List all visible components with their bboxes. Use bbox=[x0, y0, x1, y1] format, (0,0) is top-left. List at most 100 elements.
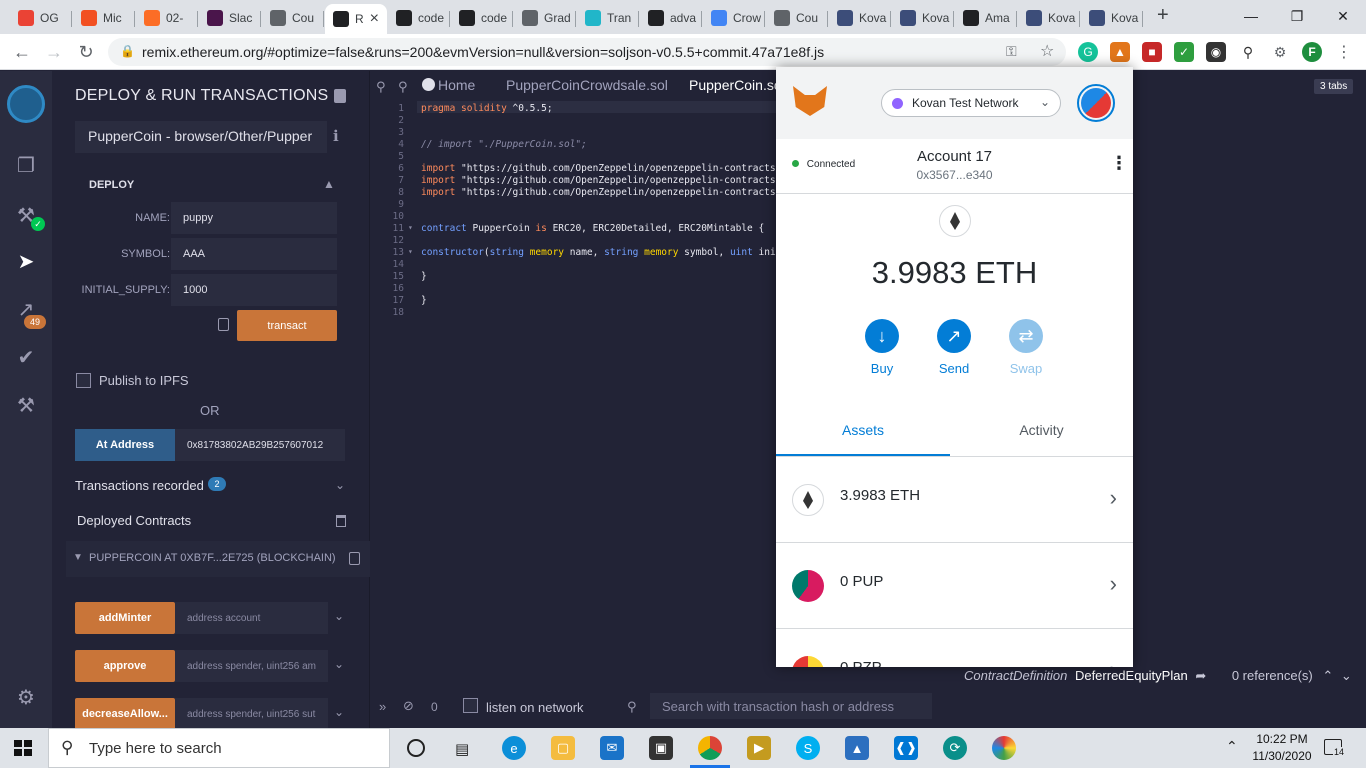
network-selector[interactable]: Kovan Test Network ⌄ bbox=[881, 89, 1061, 117]
at-address-button[interactable]: At Address bbox=[75, 429, 175, 461]
account-avatar[interactable] bbox=[1077, 84, 1115, 122]
function-button[interactable]: addMinter bbox=[75, 602, 175, 634]
tab-home[interactable]: Home bbox=[422, 77, 475, 93]
contract-definition-name[interactable]: DeferredEquityPlan bbox=[1075, 668, 1188, 683]
at-address-input[interactable]: 0x81783802AB29B257607012 bbox=[175, 429, 345, 461]
panel-docs-icon[interactable] bbox=[334, 89, 346, 103]
settings-gear-icon[interactable]: ⚙ bbox=[14, 685, 38, 709]
browser-tab[interactable]: Cou bbox=[262, 4, 324, 32]
chrome-taskbar-icon[interactable] bbox=[698, 736, 722, 760]
maximize-button[interactable]: ❐ bbox=[1274, 0, 1320, 32]
camera-extension-icon[interactable]: ◉ bbox=[1206, 42, 1226, 62]
tab-assets[interactable]: Assets bbox=[776, 416, 950, 456]
publish-ipfs-checkbox[interactable] bbox=[76, 373, 91, 388]
contract-toggle-icon[interactable]: ▼ bbox=[73, 552, 83, 563]
terminal-search-input[interactable]: Search with transaction hash or address bbox=[650, 693, 932, 719]
next-reference-icon[interactable]: ⌄ bbox=[1341, 668, 1352, 683]
function-expand-icon[interactable]: ⌄ bbox=[334, 705, 344, 719]
function-button[interactable]: decreaseAllow... bbox=[75, 698, 175, 730]
asset-row[interactable]: 0 PUP › bbox=[776, 543, 1133, 629]
close-window-button[interactable]: ✕ bbox=[1320, 0, 1366, 32]
browser-tab[interactable]: Ama bbox=[955, 4, 1017, 32]
asset-row[interactable]: 3.9983 ETH › bbox=[776, 457, 1133, 543]
key-icon[interactable]: ⚿ bbox=[1006, 43, 1017, 60]
testing-icon[interactable]: ✔ bbox=[14, 345, 38, 369]
browser-tab[interactable]: Mic bbox=[73, 4, 135, 32]
transactions-expand-icon[interactable]: ⌄ bbox=[335, 478, 345, 492]
file-explorer-icon[interactable]: ❐ bbox=[14, 153, 38, 177]
photos-icon[interactable]: ▲ bbox=[845, 736, 869, 760]
browser-tab[interactable]: code bbox=[388, 4, 450, 32]
copy-address-icon[interactable] bbox=[349, 552, 360, 565]
asset-row[interactable]: 0 PZP › bbox=[776, 629, 1133, 667]
account-name[interactable]: Account 17 bbox=[776, 148, 1133, 165]
minimize-button[interactable]: — bbox=[1228, 0, 1274, 32]
browser-tab[interactable]: R × bbox=[325, 4, 387, 34]
clear-terminal-icon[interactable]: ⊘ bbox=[403, 698, 414, 714]
tabs-count-badge[interactable]: 3 tabs bbox=[1314, 79, 1354, 94]
zoom-out-icon[interactable]: ⚲ bbox=[376, 79, 386, 95]
browser-tab[interactable]: 02- bbox=[136, 4, 198, 32]
browser-tab[interactable]: Cou bbox=[766, 4, 828, 32]
address-bar[interactable]: 🔒 remix.ethereum.org/#optimize=false&run… bbox=[108, 38, 1066, 66]
collapse-terminal-icon[interactable]: » bbox=[379, 699, 386, 714]
account-address[interactable]: 0x3567...e340 bbox=[776, 168, 1133, 182]
lens-extension-icon[interactable]: ⚲ bbox=[1238, 42, 1258, 62]
new-tab-button[interactable]: + bbox=[1157, 4, 1169, 27]
browser-tab[interactable]: OG bbox=[10, 4, 72, 32]
browser-tab[interactable]: Kova bbox=[1018, 4, 1080, 32]
browser-tab[interactable]: Kova bbox=[1081, 4, 1143, 32]
function-args-input[interactable]: address account bbox=[175, 602, 328, 634]
grammarly-icon[interactable]: G bbox=[1078, 42, 1098, 62]
function-args-input[interactable]: address spender, uint256 am bbox=[175, 650, 328, 682]
mail-icon[interactable]: ✉ bbox=[600, 736, 624, 760]
start-button[interactable] bbox=[14, 740, 32, 756]
function-expand-icon[interactable]: ⌄ bbox=[334, 609, 344, 623]
tab-puppercoin-crowdsale[interactable]: PupperCoinCrowdsale.sol bbox=[506, 77, 668, 93]
edge-icon[interactable]: e bbox=[502, 736, 526, 760]
browser-tab[interactable]: Kova bbox=[829, 4, 891, 32]
browser-tab[interactable]: Crow bbox=[703, 4, 765, 32]
remix-logo-icon[interactable] bbox=[7, 85, 45, 123]
skype-icon[interactable]: S bbox=[796, 736, 820, 760]
media-player-icon[interactable]: ▶ bbox=[747, 736, 771, 760]
fold-arrow-icon[interactable]: ▾ bbox=[408, 223, 413, 232]
metamask-extension-icon[interactable]: ▲ bbox=[1110, 42, 1130, 62]
taskbar-search[interactable]: ⚲ Type here to search bbox=[48, 728, 390, 768]
puzzle-extensions-icon[interactable]: ⚙ bbox=[1270, 42, 1290, 62]
profile-avatar[interactable]: F bbox=[1302, 42, 1322, 62]
listen-network-checkbox[interactable] bbox=[463, 698, 478, 713]
trash-icon[interactable] bbox=[336, 515, 346, 527]
paint-icon[interactable] bbox=[992, 736, 1016, 760]
function-args-input[interactable]: address spender, uint256 sut bbox=[175, 698, 328, 730]
transactions-recorded-label[interactable]: Transactions recorded bbox=[75, 478, 204, 493]
tab-activity[interactable]: Activity bbox=[950, 416, 1133, 456]
contract-select[interactable]: PupperCoin - browser/Other/Pupper bbox=[75, 121, 327, 153]
browser-tab[interactable]: Grad bbox=[514, 4, 576, 32]
copy-calldata-icon[interactable] bbox=[218, 318, 229, 331]
vscode-icon[interactable]: ❰❱ bbox=[894, 736, 918, 760]
deploy-field-input[interactable]: puppy bbox=[171, 202, 337, 234]
task-view-icon[interactable]: ▤ bbox=[455, 740, 469, 758]
deploy-field-input[interactable]: AAA bbox=[171, 238, 337, 270]
check-extension-icon[interactable]: ✓ bbox=[1174, 42, 1194, 62]
browser-tab[interactable]: Slac bbox=[199, 4, 261, 32]
contract-info-icon[interactable]: ℹ bbox=[333, 127, 339, 145]
clock-date[interactable]: 11/30/2020 bbox=[1248, 749, 1316, 763]
function-expand-icon[interactable]: ⌄ bbox=[334, 657, 344, 671]
collapse-deploy-icon[interactable]: ▲ bbox=[323, 177, 335, 191]
prev-reference-icon[interactable]: ⌃ bbox=[1322, 668, 1333, 683]
plugin-manager-icon[interactable]: ⚒ bbox=[14, 393, 38, 417]
function-button[interactable]: approve bbox=[75, 650, 175, 682]
browser-tab[interactable]: Kova bbox=[892, 4, 954, 32]
browser-tab[interactable]: adva bbox=[640, 4, 702, 32]
browser-tab[interactable]: Tran bbox=[577, 4, 639, 32]
fold-arrow-icon[interactable]: ▾ bbox=[408, 247, 413, 256]
extension-red-icon[interactable]: ■ bbox=[1142, 42, 1162, 62]
account-menu-icon[interactable]: ⋮ bbox=[1110, 153, 1128, 174]
zoom-in-icon[interactable]: ⚲ bbox=[398, 79, 408, 95]
menu-dots-icon[interactable]: ⋮ bbox=[1334, 42, 1354, 62]
transact-button[interactable]: transact bbox=[237, 310, 337, 341]
cortana-icon[interactable] bbox=[407, 739, 425, 757]
close-tab-icon[interactable]: × bbox=[370, 10, 379, 28]
